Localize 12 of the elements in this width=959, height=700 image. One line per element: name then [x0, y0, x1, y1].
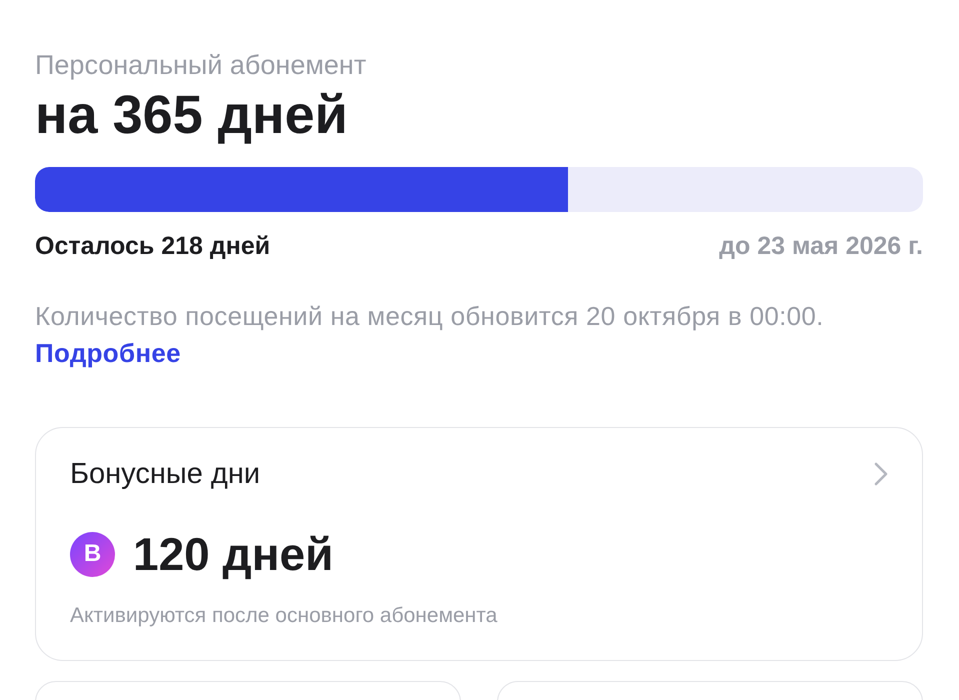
bonus-amount: 120 дней	[133, 528, 334, 580]
chevron-right-icon	[874, 462, 888, 486]
bonus-caption: Активируются после основного абонемента	[70, 603, 498, 629]
subscription-title: на 365 дней	[35, 85, 349, 145]
more-link[interactable]: Подробнее	[35, 338, 181, 368]
bonus-card[interactable]: Бонусные дни B 120 дней Активируются после основного абонемента	[35, 427, 923, 661]
bonus-title: Бонусные дни	[70, 457, 260, 492]
visits-note: Количество посещений на месяц обновится 20 октября в 00:00. Подробнее	[35, 300, 825, 370]
bonus-badge: B	[70, 532, 115, 576]
days-remaining: Осталось 218 дней	[35, 231, 270, 262]
subscription-label: Персональный абонемент	[35, 49, 368, 82]
end-date: до 23 мая 2026 г.	[719, 231, 923, 262]
